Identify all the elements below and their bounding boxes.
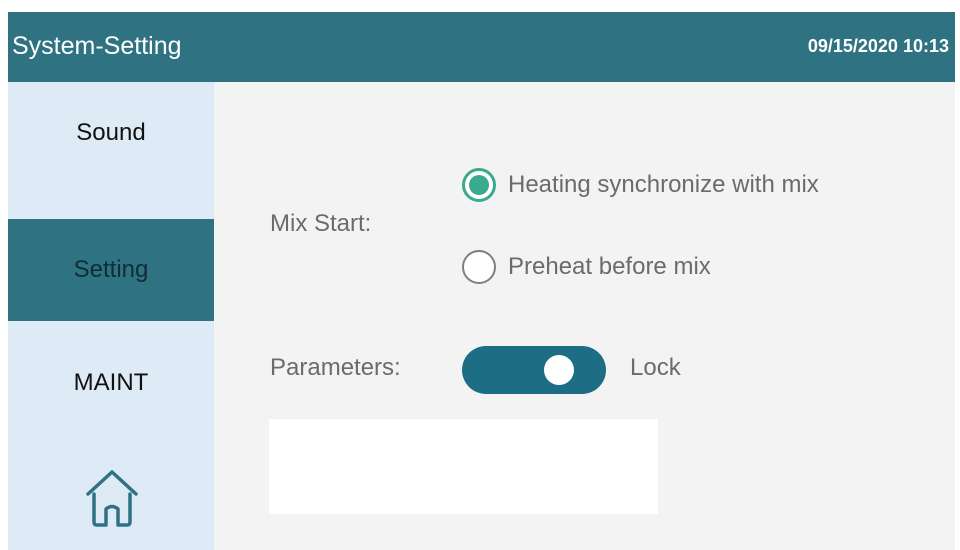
datetime-display: 09/15/2020 10:13 (807, 36, 949, 56)
sidebar-item-setting[interactable]: Setting (8, 219, 214, 321)
sidebar: Sound Setting MAINT (8, 82, 214, 550)
parameters-lock-toggle[interactable] (462, 346, 606, 394)
sidebar-item-maint[interactable]: MAINT (8, 332, 214, 434)
screen: System-Setting 09/15/2020 10:13 Sound Se… (8, 12, 955, 550)
radio-option-label: Preheat before mix (508, 253, 711, 280)
mix-start-label: Mix Start: (270, 210, 372, 237)
lock-state-label: Lock (630, 354, 681, 381)
radio-option-preheat[interactable]: Preheat before mix (462, 250, 711, 284)
sidebar-item-label: MAINT (73, 369, 149, 396)
toggle-knob (544, 355, 574, 385)
sidebar-item-label: Setting (73, 256, 149, 283)
home-icon (86, 470, 138, 527)
radio-button-selected[interactable] (462, 168, 496, 202)
page-title: System-Setting (12, 32, 182, 60)
radio-button[interactable] (462, 250, 496, 284)
blank-panel (269, 419, 658, 514)
parameters-label: Parameters: (270, 354, 401, 381)
header-bar: System-Setting 09/15/2020 10:13 (8, 12, 955, 82)
radio-option-heating-sync[interactable]: Heating synchronize with mix (462, 168, 819, 202)
sidebar-item-sound[interactable]: Sound (8, 82, 214, 184)
home-button[interactable] (84, 464, 140, 528)
radio-option-label: Heating synchronize with mix (508, 171, 819, 198)
main-panel: Mix Start: Heating synchronize with mix … (214, 82, 955, 550)
sidebar-item-label: Sound (76, 119, 146, 146)
